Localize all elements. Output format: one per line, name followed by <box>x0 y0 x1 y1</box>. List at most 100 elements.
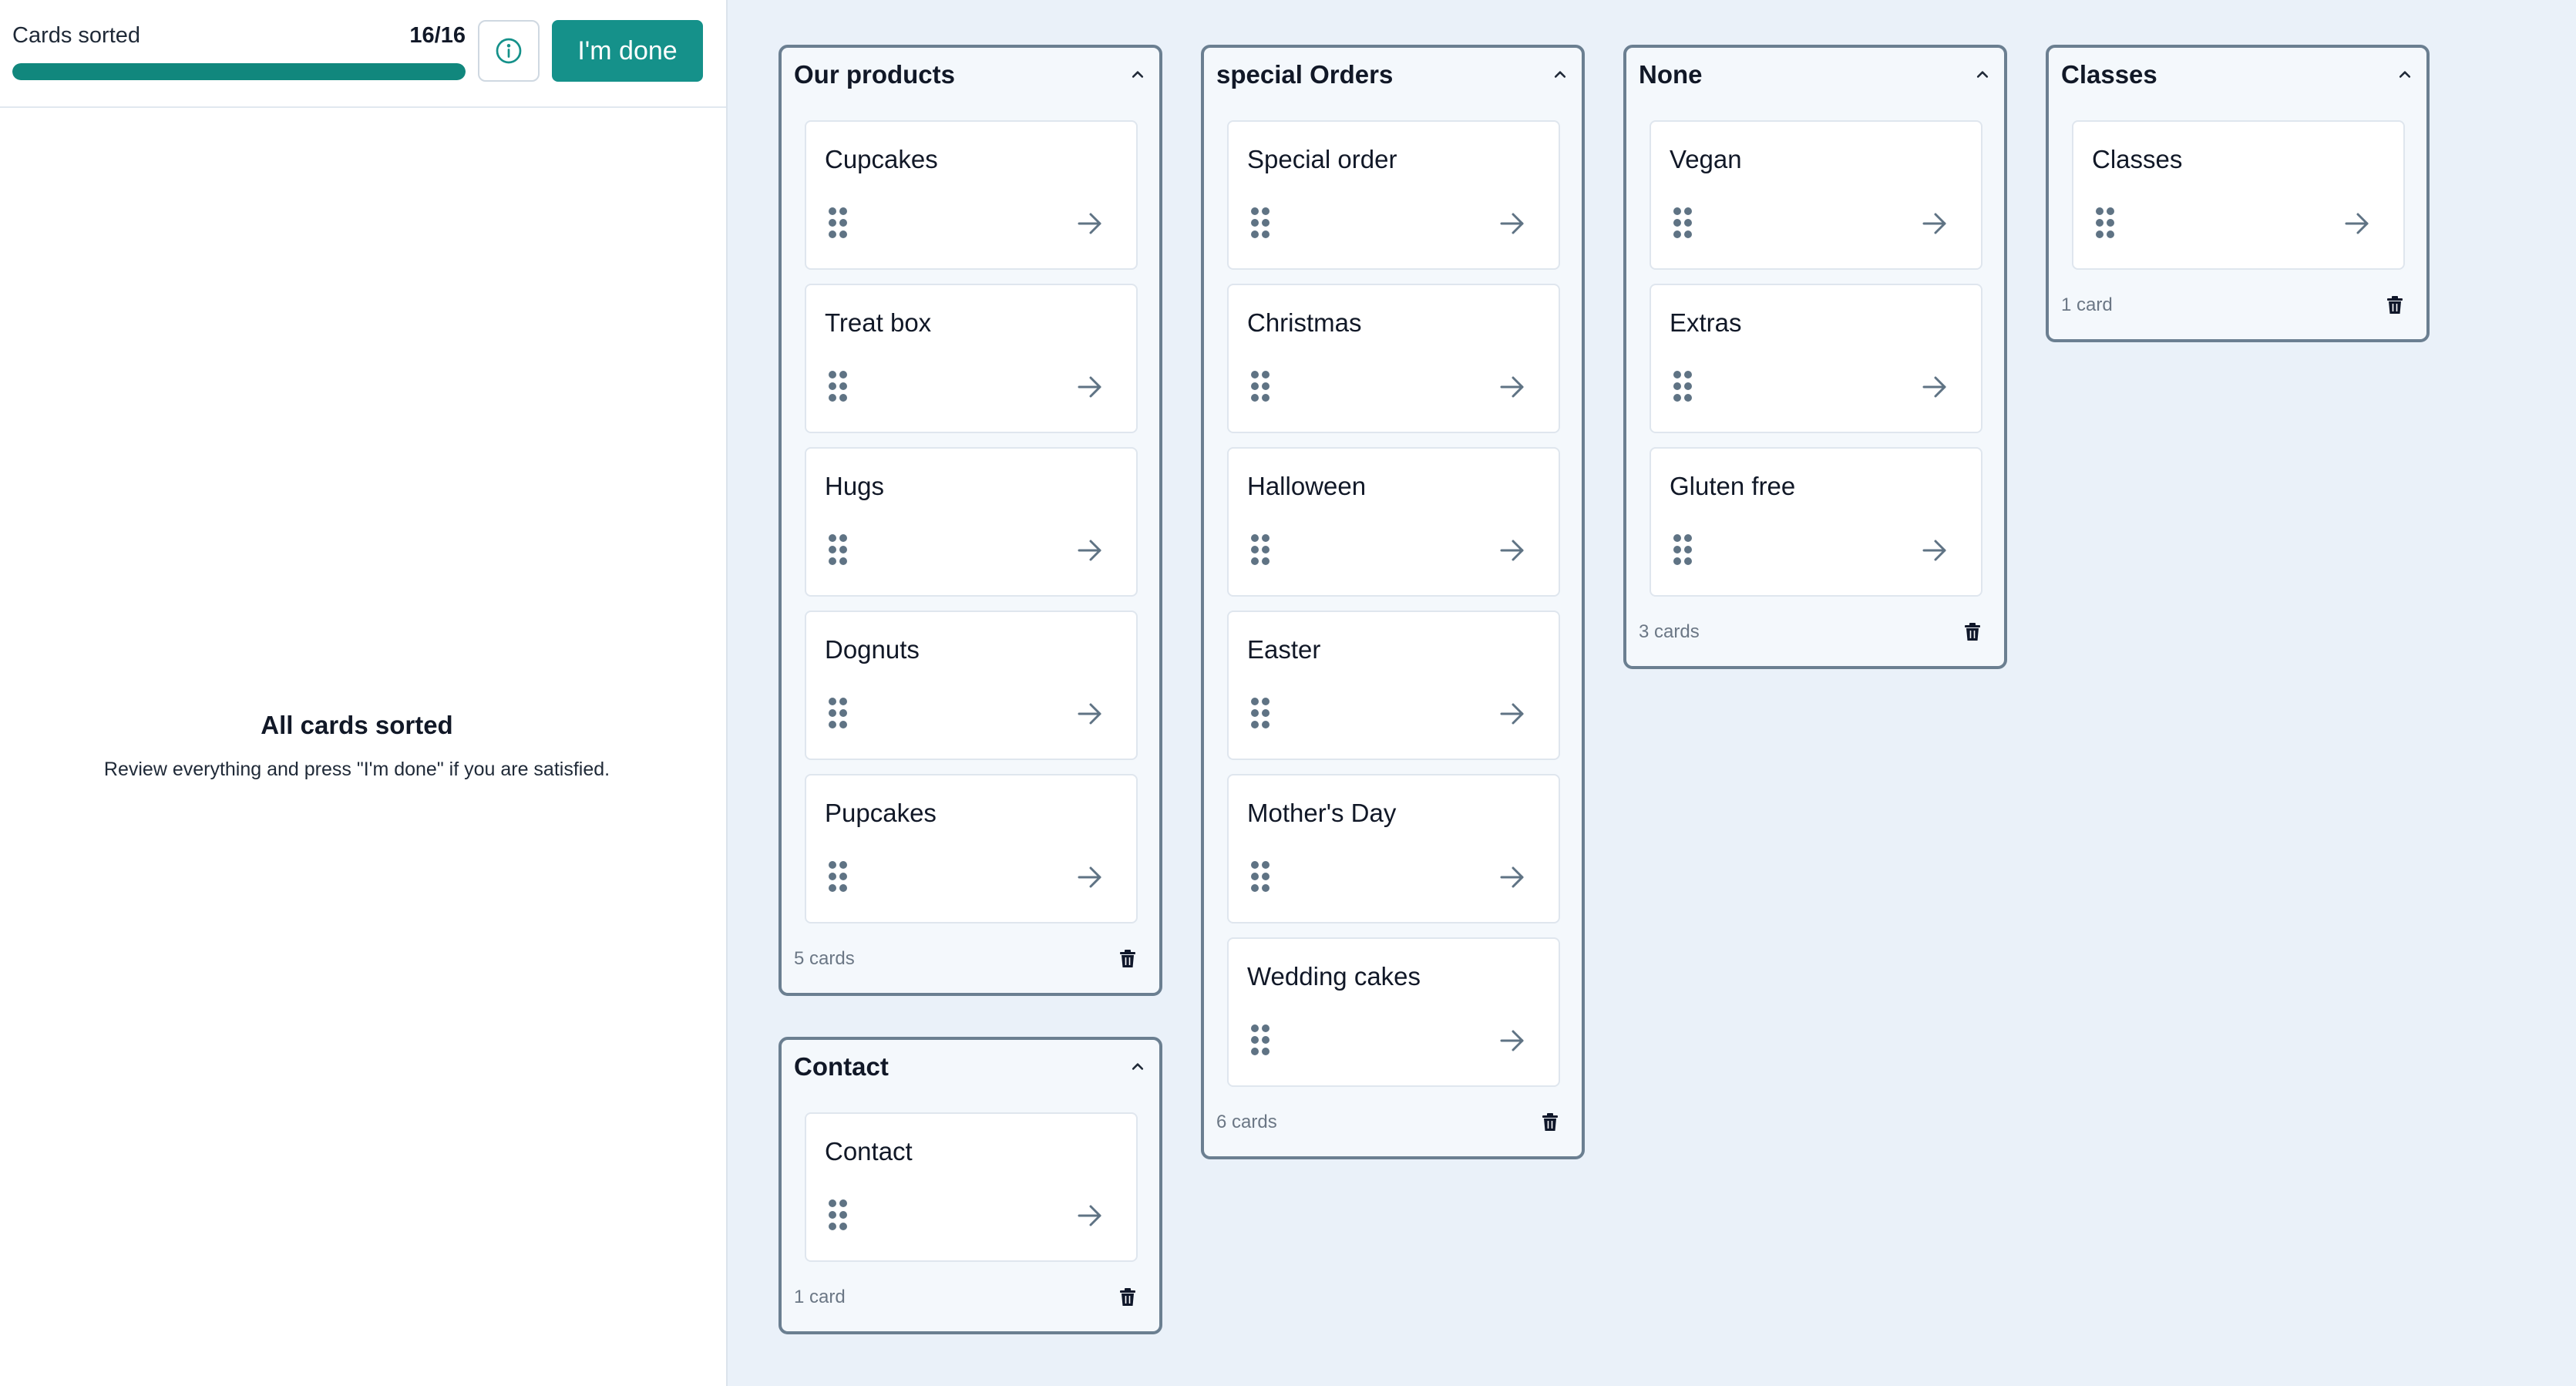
drag-handle-icon[interactable] <box>1673 370 1693 402</box>
category-card-count: 6 cards <box>1216 1112 1277 1132</box>
drag-handle-icon[interactable] <box>828 533 848 566</box>
category-title[interactable]: None <box>1639 60 1703 89</box>
drag-handle-icon[interactable] <box>828 697 848 729</box>
info-circle-icon <box>496 38 522 64</box>
sort-card[interactable]: Treat box <box>805 284 1138 433</box>
arrow-right-icon[interactable] <box>2343 211 2371 236</box>
card-label: Pupcakes <box>825 799 937 827</box>
sort-card[interactable]: Easter <box>1227 611 1560 760</box>
arrow-right-icon[interactable] <box>1498 1028 1526 1053</box>
sort-card[interactable]: Contact <box>805 1112 1138 1262</box>
drag-handle-icon[interactable] <box>1250 370 1270 402</box>
category-header[interactable]: None <box>1626 48 2004 99</box>
category-header[interactable]: special Orders <box>1204 48 1582 99</box>
drag-handle-icon[interactable] <box>2095 207 2115 239</box>
arrow-right-icon[interactable] <box>1076 701 1104 726</box>
arrow-right-icon[interactable] <box>1498 865 1526 890</box>
arrow-right-icon[interactable] <box>1076 1203 1104 1228</box>
card-label: Treat box <box>825 308 932 337</box>
sort-card[interactable]: Pupcakes <box>805 774 1138 923</box>
drag-handle-icon[interactable] <box>1673 533 1693 566</box>
card-label: Classes <box>2092 145 2183 173</box>
info-button[interactable] <box>478 20 540 82</box>
sort-card[interactable]: Halloween <box>1227 447 1560 597</box>
sort-card[interactable]: Hugs <box>805 447 1138 597</box>
category-title[interactable]: Contact <box>794 1052 889 1082</box>
category-column[interactable]: Classes Classes 1 card <box>2046 45 2430 342</box>
category-card-count: 1 card <box>2061 294 2113 315</box>
sort-card[interactable]: Classes <box>2072 120 2405 270</box>
sort-card[interactable]: Dognuts <box>805 611 1138 760</box>
progress-bar <box>12 63 466 80</box>
drag-handle-icon[interactable] <box>1673 207 1693 239</box>
card-label: Gluten free <box>1670 472 1796 500</box>
card-label: Dognuts <box>825 635 920 664</box>
sort-card[interactable]: Gluten free <box>1650 447 1982 597</box>
progress-header: Cards sorted 16/16 I'm done <box>0 0 726 108</box>
drag-handle-icon[interactable] <box>828 207 848 239</box>
progress-bar-fill <box>12 63 466 80</box>
arrow-right-icon[interactable] <box>1498 538 1526 563</box>
sort-card[interactable]: Extras <box>1650 284 1982 433</box>
arrow-right-icon[interactable] <box>1076 375 1104 399</box>
category-header[interactable]: Our products <box>782 48 1159 99</box>
cards-sorted-label: Cards sorted <box>12 23 141 48</box>
drag-handle-icon[interactable] <box>1250 1024 1270 1056</box>
chevron-up-icon[interactable] <box>2394 63 2416 85</box>
card-label: Vegan <box>1670 145 1742 173</box>
drag-handle-icon[interactable] <box>1250 860 1270 893</box>
drag-handle-icon[interactable] <box>828 370 848 402</box>
chevron-up-icon[interactable] <box>1549 63 1571 85</box>
arrow-right-icon[interactable] <box>1076 865 1104 890</box>
empty-state-description: Review everything and press "I'm done" i… <box>103 759 610 780</box>
card-label: Special order <box>1247 145 1397 173</box>
drag-handle-icon[interactable] <box>828 860 848 893</box>
card-label: Wedding cakes <box>1247 962 1421 991</box>
trash-icon[interactable] <box>1964 623 1981 641</box>
card-label: Contact <box>825 1137 913 1166</box>
arrow-right-icon[interactable] <box>1921 538 1949 563</box>
sort-card[interactable]: Vegan <box>1650 120 1982 270</box>
category-header[interactable]: Contact <box>782 1040 1159 1091</box>
arrow-right-icon[interactable] <box>1921 375 1949 399</box>
empty-state: All cards sorted Review everything and p… <box>0 711 714 781</box>
drag-handle-icon[interactable] <box>828 1199 848 1231</box>
category-header[interactable]: Classes <box>2049 48 2426 99</box>
arrow-right-icon[interactable] <box>1498 375 1526 399</box>
trash-icon[interactable] <box>1542 1113 1559 1132</box>
card-label: Hugs <box>825 472 885 500</box>
card-label: Easter <box>1247 635 1321 664</box>
arrow-right-icon[interactable] <box>1076 538 1104 563</box>
category-column[interactable]: None Vegan Extras Gluten free 3 cards <box>1623 45 2007 669</box>
chevron-up-icon[interactable] <box>1972 63 1993 85</box>
category-card-count: 1 card <box>794 1287 846 1307</box>
arrow-right-icon[interactable] <box>1076 211 1104 236</box>
trash-icon[interactable] <box>2386 296 2403 315</box>
category-title[interactable]: special Orders <box>1216 60 1393 89</box>
sort-card[interactable]: Wedding cakes <box>1227 937 1560 1087</box>
category-card-count: 3 cards <box>1639 621 1700 642</box>
chevron-up-icon[interactable] <box>1127 1055 1148 1077</box>
card-label: Cupcakes <box>825 145 938 173</box>
drag-handle-icon[interactable] <box>1250 697 1270 729</box>
arrow-right-icon[interactable] <box>1921 211 1949 236</box>
category-column[interactable]: Contact Contact 1 card <box>779 1037 1162 1334</box>
chevron-up-icon[interactable] <box>1127 63 1148 85</box>
category-title[interactable]: Classes <box>2061 60 2157 89</box>
trash-icon[interactable] <box>1119 1288 1136 1307</box>
card-label: Halloween <box>1247 472 1367 500</box>
im-done-button[interactable]: I'm done <box>552 20 703 82</box>
category-column[interactable]: Our products Cupcakes Treat box Hugs Dognuts… <box>779 45 1162 996</box>
card-label: Extras <box>1670 308 1742 337</box>
drag-handle-icon[interactable] <box>1250 533 1270 566</box>
sort-card[interactable]: Cupcakes <box>805 120 1138 270</box>
arrow-right-icon[interactable] <box>1498 701 1526 726</box>
drag-handle-icon[interactable] <box>1250 207 1270 239</box>
sort-card[interactable]: Mother's Day <box>1227 774 1560 923</box>
category-title[interactable]: Our products <box>794 60 955 89</box>
sort-card[interactable]: Special order <box>1227 120 1560 270</box>
category-column[interactable]: special Orders Special order Christmas Hall… <box>1201 45 1585 1159</box>
sort-card[interactable]: Christmas <box>1227 284 1560 433</box>
arrow-right-icon[interactable] <box>1498 211 1526 236</box>
trash-icon[interactable] <box>1119 950 1136 968</box>
